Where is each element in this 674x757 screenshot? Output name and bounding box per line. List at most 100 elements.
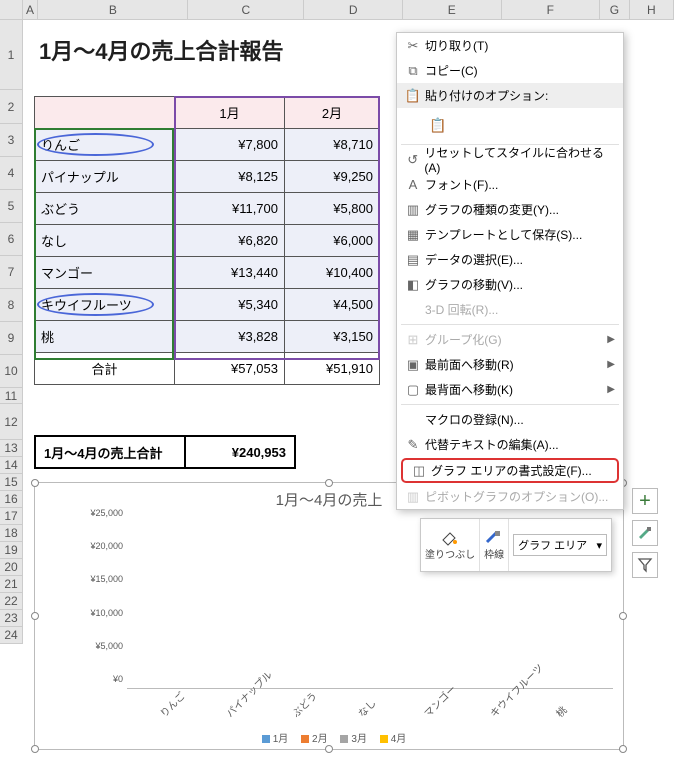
row-3[interactable]: 3	[0, 124, 23, 157]
col-F[interactable]: F	[502, 0, 601, 19]
menu-change-chart-type[interactable]: ▥グラフの種類の変更(Y)...	[397, 197, 623, 222]
menu-cut[interactable]: ✂切り取り(T)	[397, 33, 623, 58]
row-21[interactable]: 21	[0, 576, 23, 593]
col-H[interactable]: H	[630, 0, 674, 19]
row-7[interactable]: 7	[0, 256, 23, 289]
menu-select-data[interactable]: ▤データの選択(E)...	[397, 247, 623, 272]
summary-value[interactable]: ¥240,953	[185, 436, 295, 468]
value-cell[interactable]: ¥6,820	[175, 225, 285, 257]
resize-handle[interactable]	[325, 479, 333, 487]
total-cell[interactable]: ¥51,910	[285, 353, 380, 385]
menu-save-template[interactable]: ▦テンプレートとして保存(S)...	[397, 222, 623, 247]
row-13[interactable]: 13	[0, 440, 23, 457]
chart-filter-button[interactable]	[632, 552, 658, 578]
resize-handle[interactable]	[325, 745, 333, 753]
select-all[interactable]	[0, 0, 23, 19]
product-cell[interactable]: パイナップル	[35, 161, 175, 193]
row-2[interactable]: 2	[0, 90, 23, 124]
row-23[interactable]: 23	[0, 610, 23, 627]
menu-assign-macro[interactable]: マクロの登録(N)...	[397, 407, 623, 432]
row-11[interactable]: 11	[0, 388, 23, 404]
menu-send-back[interactable]: ▢最背面へ移動(K)▶	[397, 377, 623, 402]
chart-type-icon: ▥	[401, 202, 425, 218]
row-16[interactable]: 16	[0, 491, 23, 508]
value-cell[interactable]: ¥7,800	[175, 129, 285, 161]
value-cell[interactable]: ¥3,828	[175, 321, 285, 353]
row-18[interactable]: 18	[0, 525, 23, 542]
fill-button[interactable]: 塗りつぶし	[421, 519, 480, 571]
product-cell[interactable]: 桃	[35, 321, 175, 353]
row-22[interactable]: 22	[0, 593, 23, 610]
summary-label[interactable]: 1月～4月の売上合計	[35, 436, 185, 468]
value-cell[interactable]: ¥10,400	[285, 257, 380, 289]
menu-copy[interactable]: ⧉コピー(C)	[397, 58, 623, 83]
col-G[interactable]: G	[600, 0, 630, 19]
row-5[interactable]: 5	[0, 190, 23, 223]
menu-label: テンプレートとして保存(S)...	[425, 226, 582, 243]
product-cell[interactable]: なし	[35, 225, 175, 257]
menu-bring-front[interactable]: ▣最前面へ移動(R)▶	[397, 352, 623, 377]
total-label[interactable]: 合計	[35, 353, 175, 385]
paste-option-button[interactable]: 📋	[425, 112, 451, 138]
row-10[interactable]: 10	[0, 355, 23, 388]
value-cell[interactable]: ¥3,150	[285, 321, 380, 353]
row-4[interactable]: 4	[0, 157, 23, 190]
value-cell[interactable]: ¥8,710	[285, 129, 380, 161]
legend-item[interactable]: 3月	[330, 734, 367, 745]
total-cell[interactable]: ¥57,053	[175, 353, 285, 385]
product-cell[interactable]: りんご	[35, 129, 175, 161]
outline-button[interactable]: 枠線	[480, 519, 509, 571]
value-cell[interactable]: ¥4,500	[285, 289, 380, 321]
value-cell[interactable]: ¥5,340	[175, 289, 285, 321]
row-6[interactable]: 6	[0, 223, 23, 256]
chart-element-combo[interactable]: グラフ エリア ▾	[513, 534, 607, 556]
legend-item[interactable]: 1月	[252, 734, 289, 745]
menu-label: 最背面へ移動(K)	[425, 381, 513, 398]
row-15[interactable]: 15	[0, 474, 23, 491]
chart-elements-button[interactable]: +	[632, 488, 658, 514]
menu-reset[interactable]: ↺リセットしてスタイルに合わせる(A)	[397, 147, 623, 172]
row-19[interactable]: 19	[0, 542, 23, 559]
value-cell[interactable]: ¥9,250	[285, 161, 380, 193]
resize-handle[interactable]	[31, 745, 39, 753]
legend-item[interactable]: 2月	[291, 734, 328, 745]
product-cell[interactable]: マンゴー	[35, 257, 175, 289]
col-E[interactable]: E	[403, 0, 502, 19]
row-9[interactable]: 9	[0, 322, 23, 355]
row-17[interactable]: 17	[0, 508, 23, 525]
chart-mini-toolbar[interactable]: 塗りつぶし 枠線 グラフ エリア ▾	[420, 518, 612, 572]
value-cell[interactable]: ¥6,000	[285, 225, 380, 257]
product-cell[interactable]: キウイフルーツ	[35, 289, 175, 321]
row-12[interactable]: 12	[0, 404, 23, 440]
row-1[interactable]: 1	[0, 20, 23, 90]
product-cell[interactable]: ぶどう	[35, 193, 175, 225]
corner-cell[interactable]	[35, 97, 175, 129]
menu-move-chart[interactable]: ◧グラフの移動(V)...	[397, 272, 623, 297]
col-D[interactable]: D	[304, 0, 403, 19]
value-cell[interactable]: ¥8,125	[175, 161, 285, 193]
row-20[interactable]: 20	[0, 559, 23, 576]
value-cell[interactable]: ¥11,700	[175, 193, 285, 225]
col-C[interactable]: C	[188, 0, 304, 19]
row-8[interactable]: 8	[0, 289, 23, 322]
menu-format-chart-area[interactable]: ◫グラフ エリアの書式設定(F)...	[401, 458, 619, 483]
menu-alt-text[interactable]: ✎代替テキストの編集(A)...	[397, 432, 623, 457]
menu-label: リセットしてスタイルに合わせる(A)	[424, 144, 615, 175]
menu-font[interactable]: Aフォント(F)...	[397, 172, 623, 197]
resize-handle[interactable]	[619, 745, 627, 753]
col-A[interactable]: A	[23, 0, 39, 19]
context-menu[interactable]: ✂切り取り(T) ⧉コピー(C) 📋貼り付けのオプション: 📋 ↺リセットしてス…	[396, 32, 624, 510]
row-24[interactable]: 24	[0, 627, 23, 644]
legend-item[interactable]: 4月	[370, 734, 407, 745]
row-14[interactable]: 14	[0, 457, 23, 474]
month-header[interactable]: 2月	[285, 97, 380, 129]
resize-handle[interactable]	[619, 612, 627, 620]
value-cell[interactable]: ¥5,800	[285, 193, 380, 225]
month-header[interactable]: 1月	[175, 97, 285, 129]
chart-legend[interactable]: 1月 2月 3月 4月	[35, 730, 623, 745]
col-B[interactable]: B	[38, 0, 188, 19]
resize-handle[interactable]	[31, 479, 39, 487]
resize-handle[interactable]	[31, 612, 39, 620]
chart-styles-button[interactable]	[632, 520, 658, 546]
value-cell[interactable]: ¥13,440	[175, 257, 285, 289]
